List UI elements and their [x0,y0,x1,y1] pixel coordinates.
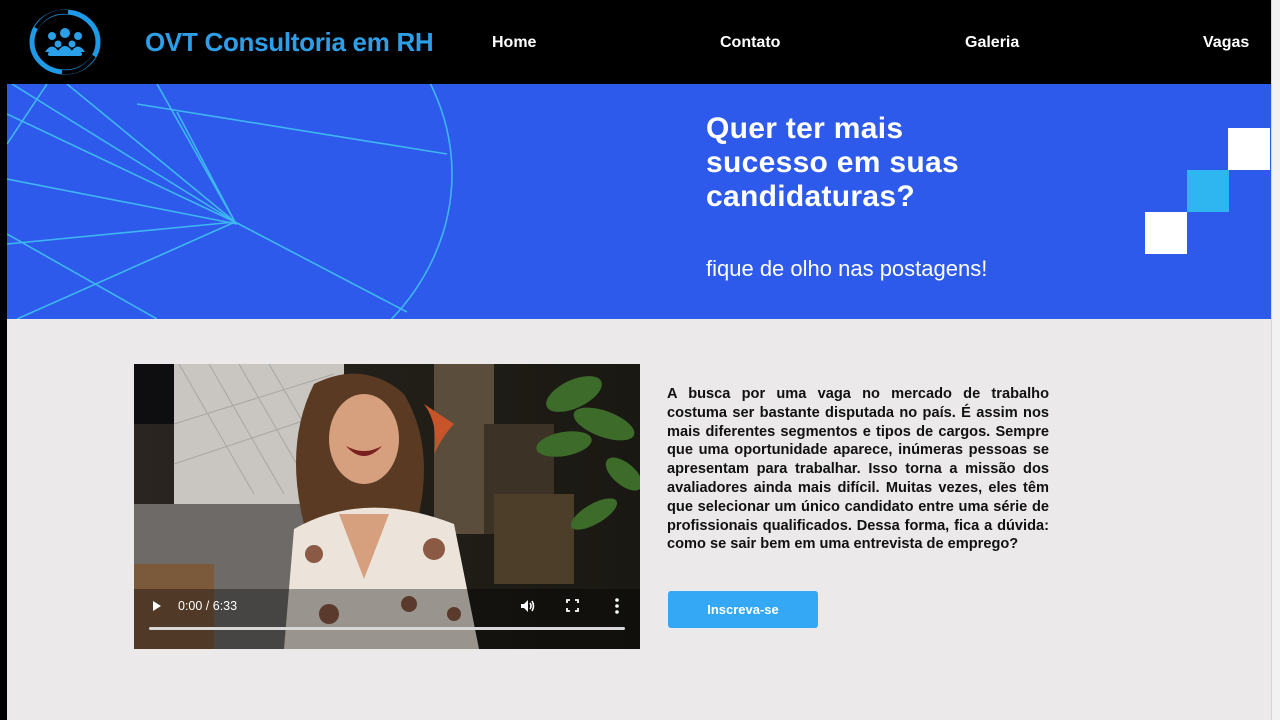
video-time: 0:00 / 6:33 [178,599,238,613]
people-circle-logo-icon[interactable] [28,8,102,76]
volume-icon[interactable] [518,597,536,615]
hero-banner: Quer ter mais sucesso em suas candidatur… [7,84,1271,319]
nav-galeria[interactable]: Galeria [965,34,1019,52]
decorative-square [1145,212,1187,254]
nav-contato[interactable]: Contato [720,34,780,52]
article-text: A busca por uma vaga no mercado de traba… [667,386,1049,553]
banner-subline: fique de olho nas postagens! [706,256,988,281]
scrollbar[interactable] [1271,0,1280,720]
fullscreen-icon[interactable] [565,598,580,613]
play-icon[interactable] [150,598,164,614]
page-frame-left [0,0,7,720]
site-header: OVT Consultoria em RH Home Contato Galer… [7,0,1271,84]
nav-home[interactable]: Home [492,34,536,52]
decorative-square [1187,170,1229,212]
brand-name[interactable]: OVT Consultoria em RH [145,27,434,58]
video-player[interactable]: 0:00 / 6:33 [134,364,640,649]
nav-vagas[interactable]: Vagas [1203,34,1249,52]
subscribe-button[interactable]: Inscreva-se [668,591,818,628]
more-options-icon[interactable] [609,596,625,616]
decorative-square [1228,128,1270,170]
video-progress-bar[interactable] [149,627,625,630]
banner-headline: Quer ter mais sucesso em suas candidatur… [706,112,959,213]
main-content: 0:00 / 6:33 A busca por uma vaga no merc… [7,319,1271,720]
geometric-lines-decoration [7,84,453,319]
video-controls: 0:00 / 6:33 [134,589,640,649]
